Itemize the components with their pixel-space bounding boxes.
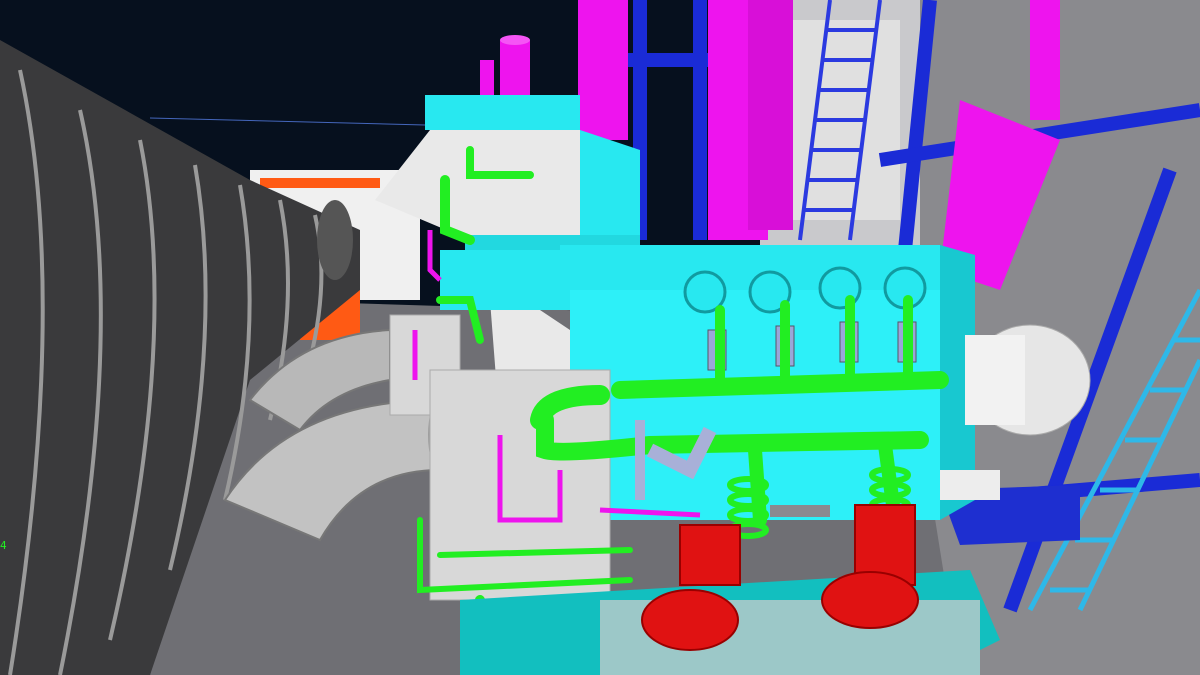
grey-support — [770, 505, 830, 517]
scene-canvas — [0, 0, 1200, 675]
duct-end — [317, 200, 353, 280]
plant-3d-model-view: 4 — [0, 0, 1200, 675]
orange-beam — [260, 178, 380, 188]
edge-marker: 4 — [0, 539, 7, 552]
